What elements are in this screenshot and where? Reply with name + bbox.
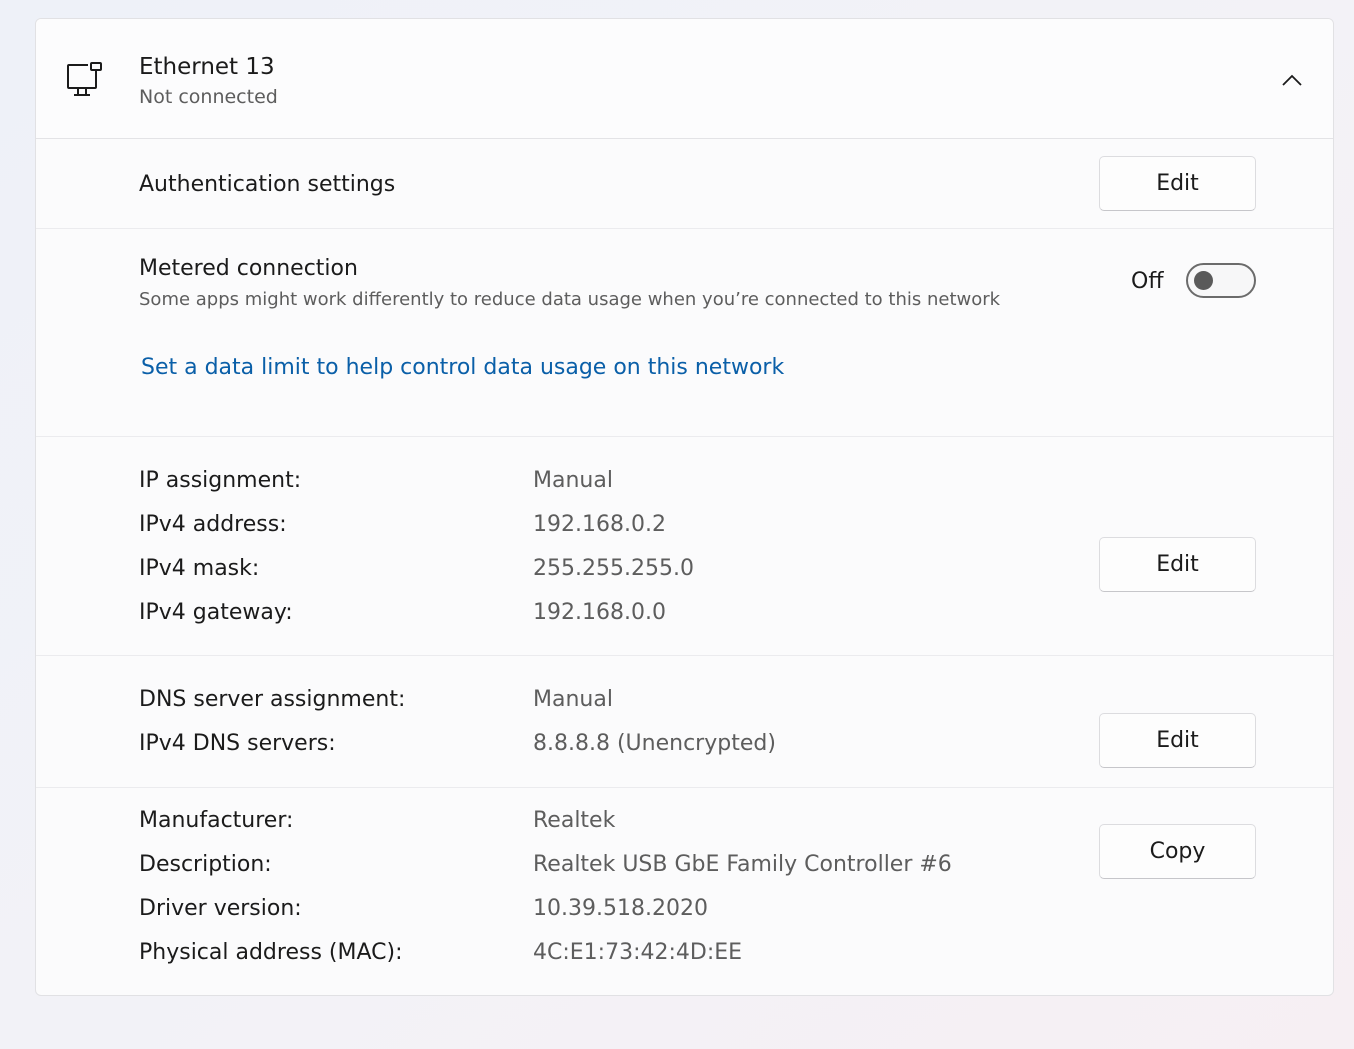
copy-properties-button[interactable]: Copy	[1099, 824, 1256, 879]
data-limit-link[interactable]: Set a data limit to help control data us…	[141, 355, 784, 380]
ipv4-gateway-value: 192.168.0.0	[533, 600, 666, 625]
ipv4-mask-label: IPv4 mask:	[139, 556, 260, 581]
ethernet-pc-icon	[66, 61, 104, 99]
dns-assignment-value: Manual	[533, 687, 613, 712]
description-label: Description:	[139, 852, 272, 877]
dns-assignment-label: DNS server assignment:	[139, 687, 406, 712]
mac-address-label: Physical address (MAC):	[139, 940, 403, 965]
authentication-settings-label: Authentication settings	[139, 172, 396, 197]
ethernet-settings-card: Ethernet 13 Not connected Authentication…	[35, 18, 1334, 996]
chevron-up-icon[interactable]	[1276, 65, 1308, 95]
hardware-properties-section: Manufacturer: Realtek Description: Realt…	[36, 788, 1333, 995]
ipv4-address-label: IPv4 address:	[139, 512, 287, 537]
mac-address-value: 4C:E1:73:42:4D:EE	[533, 940, 743, 965]
edit-dns-button[interactable]: Edit	[1099, 713, 1256, 768]
ipv4-dns-servers-value: 8.8.8.8 (Unencrypted)	[533, 731, 776, 756]
manufacturer-value: Realtek	[533, 808, 616, 833]
ipv4-gateway-label: IPv4 gateway:	[139, 600, 293, 625]
connection-status: Not connected	[139, 86, 278, 108]
metered-connection-section: Metered connection Some apps might work …	[36, 229, 1333, 437]
ipv4-dns-servers-label: IPv4 DNS servers:	[139, 731, 336, 756]
connection-name: Ethernet 13	[139, 54, 275, 80]
authentication-settings-row: Authentication settings Edit	[36, 139, 1333, 229]
manufacturer-label: Manufacturer:	[139, 808, 294, 833]
driver-version-value: 10.39.518.2020	[533, 896, 708, 921]
toggle-knob	[1194, 271, 1213, 290]
ethernet-header[interactable]: Ethernet 13 Not connected	[36, 19, 1333, 139]
metered-connection-description: Some apps might work differently to redu…	[139, 289, 1001, 310]
ip-assignment-value: Manual	[533, 468, 613, 493]
ip-settings-section: IP assignment: Manual IPv4 address: 192.…	[36, 437, 1333, 656]
metered-toggle-state: Off	[1131, 269, 1164, 294]
driver-version-label: Driver version:	[139, 896, 302, 921]
ipv4-address-value: 192.168.0.2	[533, 512, 666, 537]
edit-ip-button[interactable]: Edit	[1099, 537, 1256, 592]
dns-settings-section: DNS server assignment: Manual IPv4 DNS s…	[36, 656, 1333, 788]
ipv4-mask-value: 255.255.255.0	[533, 556, 694, 581]
description-value: Realtek USB GbE Family Controller #6	[533, 852, 952, 877]
edit-authentication-button[interactable]: Edit	[1099, 156, 1256, 211]
metered-connection-toggle[interactable]	[1186, 263, 1256, 298]
ip-assignment-label: IP assignment:	[139, 468, 302, 493]
metered-connection-label: Metered connection	[139, 256, 358, 281]
